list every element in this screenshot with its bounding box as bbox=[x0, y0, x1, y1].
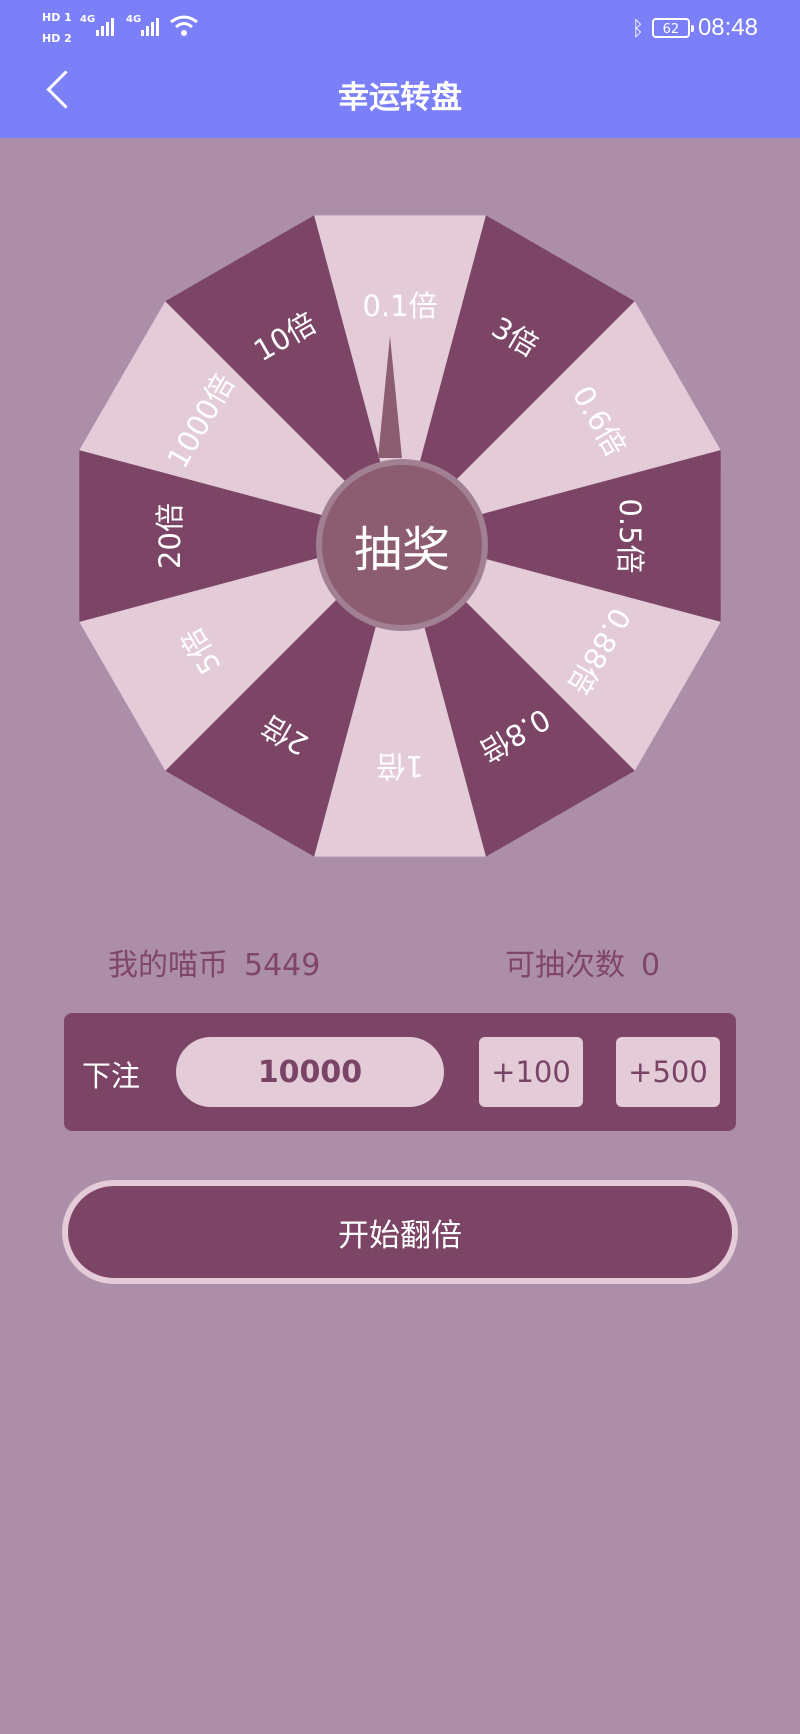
wheel-segment-label: 1倍 bbox=[376, 749, 423, 783]
signal-icon-1 bbox=[96, 16, 120, 36]
draw-button[interactable]: 抽奖 bbox=[316, 459, 488, 631]
coins-label: 我的喵币 bbox=[108, 948, 228, 983]
coins-value: 5449 bbox=[244, 948, 321, 983]
status-right-group: ᛒ 62 08:48 bbox=[632, 14, 758, 42]
battery-indicator: 62 bbox=[651, 18, 694, 38]
app-header: HD 1 HD 2 4G 4G ᛒ 62 08:48 幸运转盘 bbox=[0, 0, 800, 138]
network-type-1: 4G bbox=[80, 14, 96, 25]
page-title: 幸运转盘 bbox=[338, 80, 462, 116]
wheel-pointer bbox=[378, 336, 402, 458]
start-doubling-button[interactable]: 开始翻倍 bbox=[62, 1180, 738, 1284]
status-bar: HD 1 HD 2 4G 4G ᛒ 62 08:48 bbox=[0, 0, 800, 56]
sim1-hd-badge: HD 1 bbox=[42, 11, 72, 24]
clock: 08:48 bbox=[697, 14, 758, 41]
network-type-2: 4G bbox=[126, 14, 142, 25]
bet-amount-input[interactable]: 10000 bbox=[176, 1037, 444, 1107]
sim2-hd-badge: HD 2 bbox=[42, 32, 72, 45]
bet-label: 下注 bbox=[82, 1059, 141, 1093]
wheel-segment-label: 0.5倍 bbox=[613, 498, 647, 573]
add-100-button[interactable]: +100 bbox=[479, 1037, 583, 1107]
wifi-icon bbox=[170, 15, 198, 36]
wheel-segment-label: 20倍 bbox=[153, 503, 187, 569]
add-500-button[interactable]: +500 bbox=[616, 1037, 720, 1107]
draws-label: 可抽次数 bbox=[505, 948, 625, 983]
bluetooth-icon: ᛒ bbox=[631, 16, 644, 40]
wheel-segment-label: 0.1倍 bbox=[362, 289, 437, 323]
draws-value: 0 bbox=[641, 948, 661, 983]
bet-panel: 下注 10000 +100 +500 bbox=[64, 1013, 736, 1131]
coins-info: 我的喵币 5449 bbox=[108, 940, 320, 984]
signal-icon-2 bbox=[141, 16, 165, 36]
draws-info: 可抽次数 0 bbox=[505, 940, 660, 984]
